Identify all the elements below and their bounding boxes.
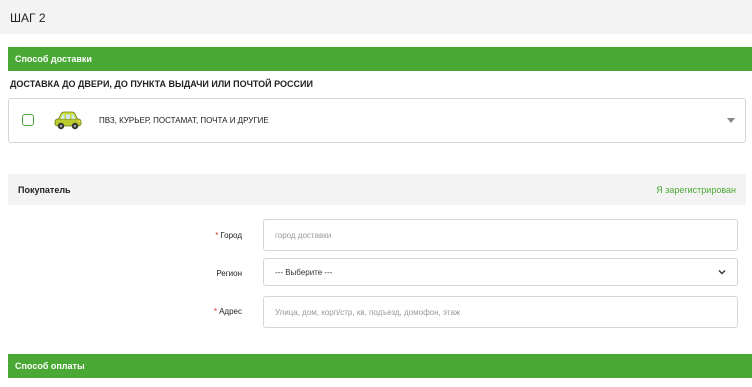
- buyer-header: Покупатель Я зарегистрирован: [8, 174, 746, 205]
- city-input[interactable]: город доставки: [263, 219, 738, 251]
- region-select[interactable]: --- Выберите ---: [263, 258, 738, 286]
- city-label: * Город: [162, 231, 242, 240]
- buyer-title: Покупатель: [18, 185, 71, 195]
- required-mark: *: [213, 307, 218, 316]
- step-header: ШАГ 2: [0, 0, 752, 34]
- region-selected-value: --- Выберите ---: [275, 268, 333, 277]
- address-input[interactable]: Улица, дом, корп/стр, кв, подъезд, домоф…: [263, 296, 738, 328]
- address-label: * Адрес: [162, 307, 242, 316]
- delivery-option[interactable]: ПВЗ, КУРЬЕР, ПОСТАМАТ, ПОЧТА И ДРУГИЕ: [8, 98, 746, 143]
- required-mark: *: [215, 231, 219, 240]
- payment-section-title: Способ оплаты: [15, 361, 85, 371]
- step-title: ШАГ 2: [10, 11, 46, 25]
- delivery-heading: ДОСТАВКА ДО ДВЕРИ, ДО ПУНКТА ВЫДАЧИ ИЛИ …: [10, 79, 313, 89]
- caret-down-icon[interactable]: [727, 118, 735, 123]
- registered-link[interactable]: Я зарегистрирован: [656, 185, 736, 195]
- delivery-option-label: ПВЗ, КУРЬЕР, ПОСТАМАТ, ПОЧТА И ДРУГИЕ: [99, 116, 269, 125]
- city-label-text: Город: [220, 231, 242, 240]
- delivery-section-title: Способ доставки: [15, 54, 92, 64]
- city-placeholder: город доставки: [275, 231, 332, 240]
- address-label-text: Адрес: [219, 307, 242, 316]
- delivery-section-bar: Способ доставки: [8, 47, 752, 71]
- address-placeholder: Улица, дом, корп/стр, кв, подъезд, домоф…: [275, 308, 461, 317]
- car-icon: [54, 111, 82, 130]
- chevron-down-icon: [718, 270, 726, 275]
- region-label: Регион: [162, 269, 242, 278]
- payment-section-bar: Способ оплаты: [8, 354, 752, 378]
- region-label-text: Регион: [216, 269, 242, 278]
- delivery-option-checkbox[interactable]: [22, 114, 34, 126]
